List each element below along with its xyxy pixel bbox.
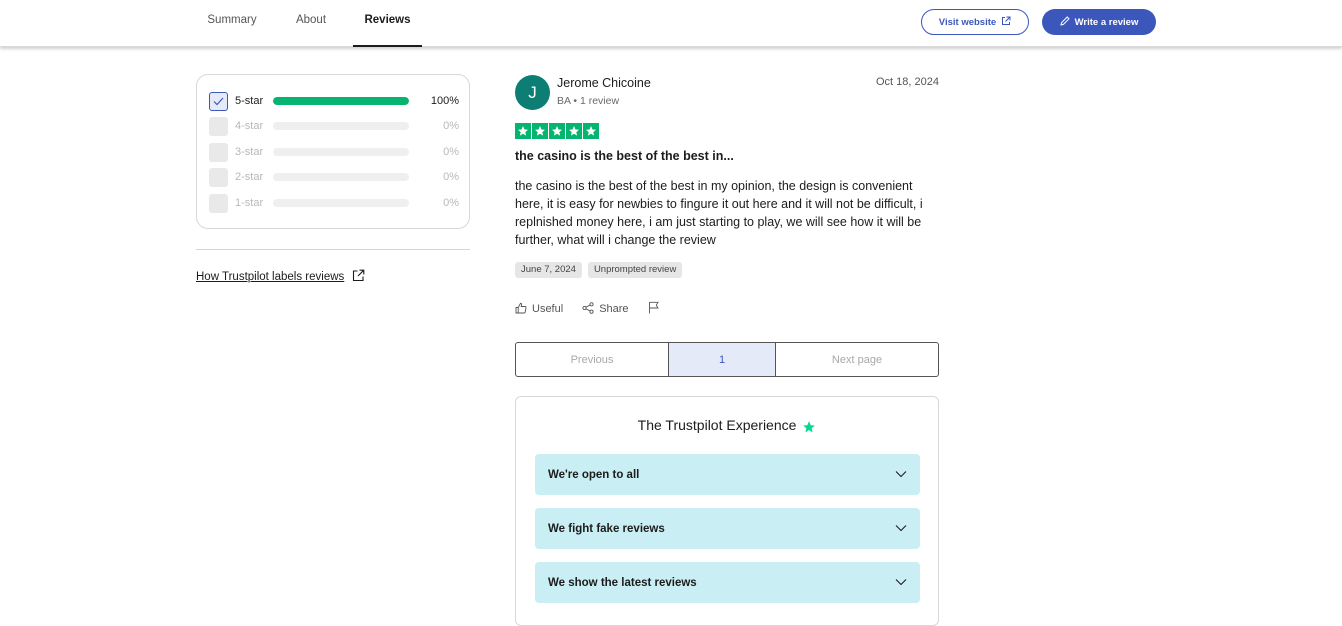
unprompted-review-tag[interactable]: Unprompted review: [587, 262, 683, 278]
share-button[interactable]: Share: [582, 301, 629, 317]
filter-row-5-star[interactable]: 5-star 100%: [209, 91, 459, 111]
filter-percent: 100%: [430, 95, 459, 107]
rating-bar-track: [273, 148, 409, 156]
pagination: Previous 1 Next page: [515, 342, 939, 377]
flag-icon: [648, 301, 660, 317]
external-link-icon: [352, 269, 365, 285]
filter-label: 5-star: [235, 95, 264, 107]
chevron-down-icon: [895, 523, 907, 535]
filter-label: 3-star: [235, 146, 264, 158]
share-icon: [582, 301, 594, 317]
filter-percent: 0%: [443, 120, 459, 132]
next-page-button[interactable]: Next page: [776, 343, 938, 376]
thumbs-up-icon: [515, 302, 527, 317]
write-review-button[interactable]: Write a review: [1042, 9, 1156, 35]
filter-label: 4-star: [235, 120, 264, 132]
review-date: Oct 18, 2024: [876, 76, 939, 88]
accordion-open-to-all[interactable]: We're open to all: [535, 454, 920, 495]
filter-percent: 0%: [443, 197, 459, 209]
chevron-down-icon: [895, 469, 907, 481]
page-1-button[interactable]: 1: [669, 343, 776, 376]
pencil-icon: [1059, 15, 1070, 29]
star-rating-filter: 5-star 100% 4-star 0% 3-star 0% 2-star 0…: [196, 74, 470, 229]
filter-percent: 0%: [443, 171, 459, 183]
reviewer-meta: BA • 1 review: [557, 95, 620, 107]
how-labels-reviews-text: How Trustpilot labels reviews: [196, 271, 345, 283]
checkbox-5-star[interactable]: [209, 91, 228, 111]
trustpilot-experience-panel: The Trustpilot Experience We're open to …: [515, 396, 939, 626]
accordion-label: We're open to all: [548, 468, 640, 481]
tab-reviews[interactable]: Reviews: [353, 0, 422, 47]
divider: [196, 249, 470, 250]
checkmark-icon: [213, 97, 224, 105]
accordion-label: We fight fake reviews: [548, 522, 665, 535]
how-labels-reviews-link[interactable]: How Trustpilot labels reviews: [196, 269, 365, 285]
filter-row-2-star[interactable]: 2-star 0%: [209, 167, 459, 187]
top-navigation-bar: Summary About Reviews Visit website Writ…: [0, 0, 1342, 47]
filter-percent: 0%: [443, 146, 459, 158]
review-title[interactable]: the casino is the best of the best in...: [515, 149, 734, 163]
useful-label: Useful: [532, 303, 564, 315]
accordion-latest-reviews[interactable]: We show the latest reviews: [535, 562, 920, 603]
tab-about[interactable]: About: [286, 0, 336, 47]
review-body: the casino is the best of the best in my…: [515, 179, 923, 247]
external-link-icon: [1001, 16, 1011, 29]
checkbox-3-star[interactable]: [209, 142, 228, 162]
experience-heading: The Trustpilot Experience: [516, 417, 938, 437]
chevron-down-icon: [895, 577, 907, 589]
accordion-fight-fake-reviews[interactable]: We fight fake reviews: [535, 508, 920, 549]
filter-row-4-star[interactable]: 4-star 0%: [209, 116, 459, 136]
star-icon: [549, 123, 565, 139]
filter-row-1-star[interactable]: 1-star 0%: [209, 193, 459, 213]
rating-bar-track: [273, 199, 409, 207]
tab-summary[interactable]: Summary: [196, 0, 268, 47]
reviewer-name[interactable]: Jerome Chicoine: [557, 76, 651, 90]
previous-page-button[interactable]: Previous: [516, 343, 669, 376]
star-icon: [532, 123, 548, 139]
star-icon: [583, 123, 599, 139]
avatar-initial: J: [528, 82, 537, 102]
visit-website-button[interactable]: Visit website: [921, 9, 1029, 35]
write-review-label: Write a review: [1074, 16, 1139, 28]
rating-bar-track: [273, 97, 409, 105]
checkbox-1-star[interactable]: [209, 193, 228, 213]
share-label: Share: [599, 303, 629, 315]
star-icon: [515, 123, 531, 139]
trustpilot-star-icon: [802, 420, 816, 437]
rating-bar-track: [273, 173, 409, 181]
rating-bar-fill: [273, 97, 409, 105]
checkbox-4-star[interactable]: [209, 116, 228, 136]
review-tags: June 7, 2024 Unprompted review: [515, 262, 683, 278]
report-flag-button[interactable]: [648, 301, 660, 317]
filter-row-3-star[interactable]: 3-star 0%: [209, 142, 459, 162]
accordion-label: We show the latest reviews: [548, 576, 697, 589]
useful-button[interactable]: Useful: [515, 302, 563, 317]
experience-title: The Trustpilot Experience: [637, 417, 797, 433]
star-icon: [566, 123, 582, 139]
rating-bar-track: [273, 122, 409, 130]
review-actions: Useful Share: [515, 301, 679, 317]
experience-date-tag: June 7, 2024: [515, 262, 582, 278]
checkbox-2-star[interactable]: [209, 167, 228, 187]
filter-label: 1-star: [235, 197, 264, 209]
visit-website-label: Visit website: [938, 16, 997, 28]
star-rating: [515, 123, 599, 139]
avatar[interactable]: J: [515, 75, 550, 110]
filter-label: 2-star: [235, 171, 264, 183]
